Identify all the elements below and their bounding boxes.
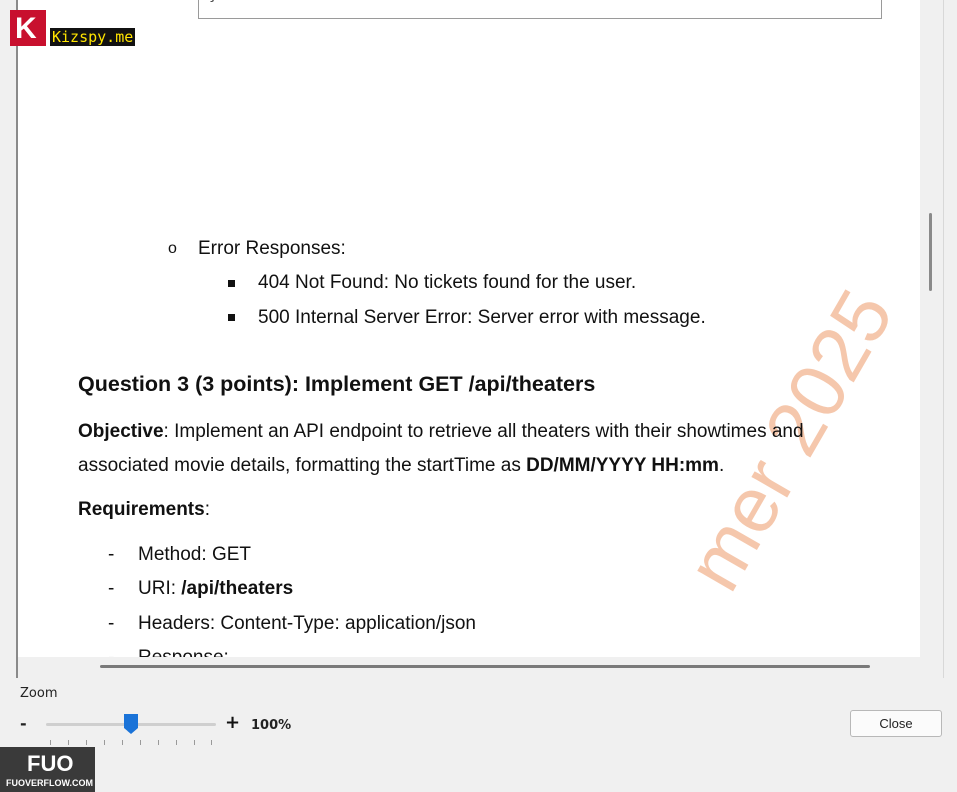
objective-format: DD/MM/YYYY HH:mm [526,455,719,476]
vertical-scrollbar[interactable] [929,213,932,291]
objective-line-1: Objective: Implement an API endpoint to … [78,421,804,443]
zoom-tick [50,740,51,745]
method-value: GET [211,544,251,565]
requirement-uri: URI: /api/theaters [138,578,293,600]
zoom-tick [122,740,123,745]
dash-bullet: - [108,613,115,634]
square-bullet [228,280,235,287]
objective-period: . [718,455,725,476]
uri-label: URI: [138,578,182,599]
site-label: Kizspy.me [50,28,136,46]
headers-value: Content-Type: application/json [220,613,476,634]
requirements-line: Requirements: [78,499,210,521]
error-item-500: 500 Internal Server Error: Server error … [258,307,706,328]
requirement-response-partial: Response: [138,647,229,657]
zoom-tick [176,740,177,745]
zoom-tick [86,740,87,745]
zoom-slider-thumb[interactable] [124,714,138,734]
document-page: } mer 2025 o Error Responses: 404 Not Fo… [18,0,920,657]
requirement-method: Method: GET [138,544,251,566]
zoom-tick [158,740,159,745]
dash-bullet: - [108,647,114,657]
dash-bullet: - [108,544,115,565]
question-heading: Question 3 (3 points): Implement GET /ap… [78,372,596,396]
zoom-tick [211,740,212,745]
close-button[interactable]: Close [850,710,942,737]
zoom-in-button[interactable]: + [225,712,240,733]
objective-text-2: associated movie details, formatting the… [78,455,527,476]
uri-value: /api/theaters [181,578,294,599]
objective-text-1: : Implement an API endpoint to retrieve … [163,421,804,442]
method-label: Method: [138,544,212,565]
fuoverflow-logo: FUO FUOVERFLOW.COM [0,747,95,792]
code-block: } [198,0,882,19]
requirements-colon: : [204,499,210,520]
zoom-label: Zoom [20,686,58,701]
requirements-label: Requirements [78,499,205,520]
fuo-logo-text: FUO [27,751,74,776]
square-bullet [228,314,235,321]
horizontal-scrollbar[interactable] [100,665,870,668]
error-responses-label: Error Responses: [198,238,346,259]
zoom-tick [68,740,69,745]
logo-letter: K [15,12,37,45]
fuo-site-text: FUOVERFLOW.COM [6,778,93,788]
zoom-tick [194,740,195,745]
dash-bullet: - [108,578,115,599]
headers-label: Headers: [138,613,221,634]
zoom-value: 100% [251,718,292,733]
circle-bullet: o [168,240,177,257]
kizspy-logo-icon: K [10,10,46,46]
objective-label: Objective [78,421,164,442]
zoom-out-button[interactable]: - [20,714,27,733]
objective-line-2: associated movie details, formatting the… [78,455,724,477]
zoom-tick [140,740,141,745]
error-item-404: 404 Not Found: No tickets found for the … [258,272,637,293]
code-tail: } [209,0,217,4]
zoom-tick [104,740,105,745]
requirement-headers: Headers: Content-Type: application/json [138,613,476,635]
